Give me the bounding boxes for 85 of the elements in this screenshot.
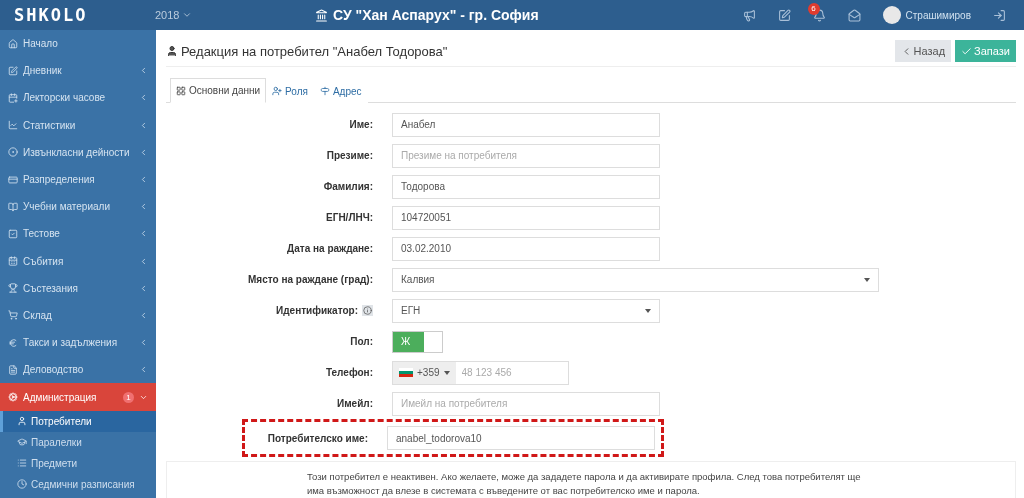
field-label: ЕГН/ЛНЧ: xyxy=(326,212,373,223)
menu-icon xyxy=(8,65,18,76)
field-label: Име: xyxy=(349,119,373,130)
field-label: Телефон: xyxy=(325,367,373,378)
sidebar-item[interactable]: Състезания xyxy=(0,274,156,302)
check-icon xyxy=(961,45,973,57)
menu-icon xyxy=(8,201,18,212)
menu-icon xyxy=(8,256,18,267)
menu-icon xyxy=(8,228,18,239)
menu-icon xyxy=(17,416,27,427)
sidebar-item[interactable]: Учебни материали xyxy=(0,193,156,221)
input-field[interactable]: Тодорова xyxy=(392,174,660,199)
input-field[interactable]: 03.02.2010 xyxy=(392,236,660,261)
menu-icon xyxy=(8,147,18,158)
year-selector[interactable]: 2018 xyxy=(155,9,180,21)
user-name[interactable]: Страшимиров xyxy=(905,9,971,21)
avatar[interactable] xyxy=(882,6,901,24)
input-field[interactable]: Презиме на потребителя xyxy=(392,143,660,168)
input-field[interactable]: Анабел xyxy=(392,112,660,137)
country-code[interactable]: +359 xyxy=(393,361,456,384)
menu-icon xyxy=(8,337,18,348)
edit-icon[interactable] xyxy=(777,8,791,22)
field-label: Идентификатор: xyxy=(276,305,358,316)
school-title: СУ "Хан Аспарух" - гр. София xyxy=(315,7,743,23)
submenu-item[interactable]: Предмети xyxy=(0,452,156,474)
save-button[interactable]: Запази xyxy=(955,40,1016,62)
menu-icon xyxy=(8,92,18,103)
menu-icon xyxy=(8,283,18,294)
user-icon xyxy=(166,45,178,57)
sidebar-item[interactable]: Тестове xyxy=(0,220,156,248)
menu-icon xyxy=(8,364,18,375)
sidebar-item[interactable]: Статистики xyxy=(0,111,156,139)
field-label: Имейл: xyxy=(337,398,373,409)
field-label: Пол: xyxy=(350,336,373,347)
logout-icon[interactable] xyxy=(993,8,1006,22)
field-label: Място на раждане (град): xyxy=(248,274,373,285)
logo: SHKOLO xyxy=(13,5,89,25)
sidebar-item[interactable]: Извънкласни дейности xyxy=(0,138,156,166)
menu-icon xyxy=(17,458,27,469)
field-label: Потребителско име: xyxy=(267,432,368,444)
select-field[interactable]: ЕГН xyxy=(392,298,660,323)
grid-icon xyxy=(176,85,186,96)
toggle-switch[interactable]: Ж xyxy=(392,330,443,353)
notification-icon[interactable] xyxy=(812,8,826,22)
sidebar-item[interactable]: Склад xyxy=(0,301,156,330)
sidebar-item[interactable]: Дневник xyxy=(0,57,156,85)
user-plus-icon xyxy=(272,86,283,96)
signpost-icon xyxy=(319,86,330,96)
count-badge: 1 xyxy=(123,391,134,403)
phone-field[interactable]: +359 48 123 456 xyxy=(392,360,569,385)
notice-text: Този потребител е неактивен. Ако желаете, може да зададете парола и да активирате профила. След това потребителят ще има възможност да влезе в системата с въведените от вас потребителско име и парола. xyxy=(307,470,862,498)
sidebar-item[interactable]: Администрация 1 xyxy=(0,383,156,411)
menu-icon xyxy=(17,479,27,490)
submenu-item[interactable]: Потребители xyxy=(0,410,156,432)
sidebar-item[interactable]: Начало xyxy=(0,30,156,58)
tab[interactable]: Основни данни xyxy=(170,78,267,103)
field-label: Дата на раждане: xyxy=(287,243,373,254)
input-field[interactable]: anabel_todorova10 xyxy=(387,426,655,450)
menu-icon xyxy=(8,38,18,49)
input-field[interactable]: 104720051 xyxy=(392,205,660,230)
submenu-item[interactable]: Седмични разписания xyxy=(0,473,156,495)
flag-icon xyxy=(399,368,413,377)
megaphone-icon[interactable] xyxy=(742,8,756,22)
input-field[interactable]: Имейл на потребителя xyxy=(392,391,660,416)
field-label: Презиме: xyxy=(326,150,373,161)
menu-icon xyxy=(8,310,18,321)
menu-icon xyxy=(8,174,18,185)
sidebar-item[interactable]: Лекторски часове xyxy=(0,84,156,112)
notification-badge: 6 xyxy=(807,2,820,15)
page-title: Редакция на потребител "Анабел Тодорова" xyxy=(166,43,891,59)
back-button[interactable]: Назад xyxy=(894,40,952,62)
select-field[interactable]: Калвия xyxy=(392,267,879,292)
field-label: Фамилия: xyxy=(323,181,373,192)
sidebar-item[interactable]: Такси и задължения xyxy=(0,329,156,357)
caret-icon[interactable] xyxy=(182,10,193,20)
submenu-item[interactable]: Паралелки xyxy=(0,431,156,453)
sidebar-item[interactable]: Разпределения xyxy=(0,165,156,194)
sidebar-item[interactable]: Събития xyxy=(0,247,156,275)
mail-icon[interactable] xyxy=(847,8,861,22)
menu-icon xyxy=(8,120,18,131)
info-icon[interactable] xyxy=(362,305,373,316)
menu-icon xyxy=(8,392,18,403)
menu-icon xyxy=(17,437,27,448)
building-icon xyxy=(315,8,328,22)
sidebar-item[interactable]: Деловодство xyxy=(0,356,156,384)
